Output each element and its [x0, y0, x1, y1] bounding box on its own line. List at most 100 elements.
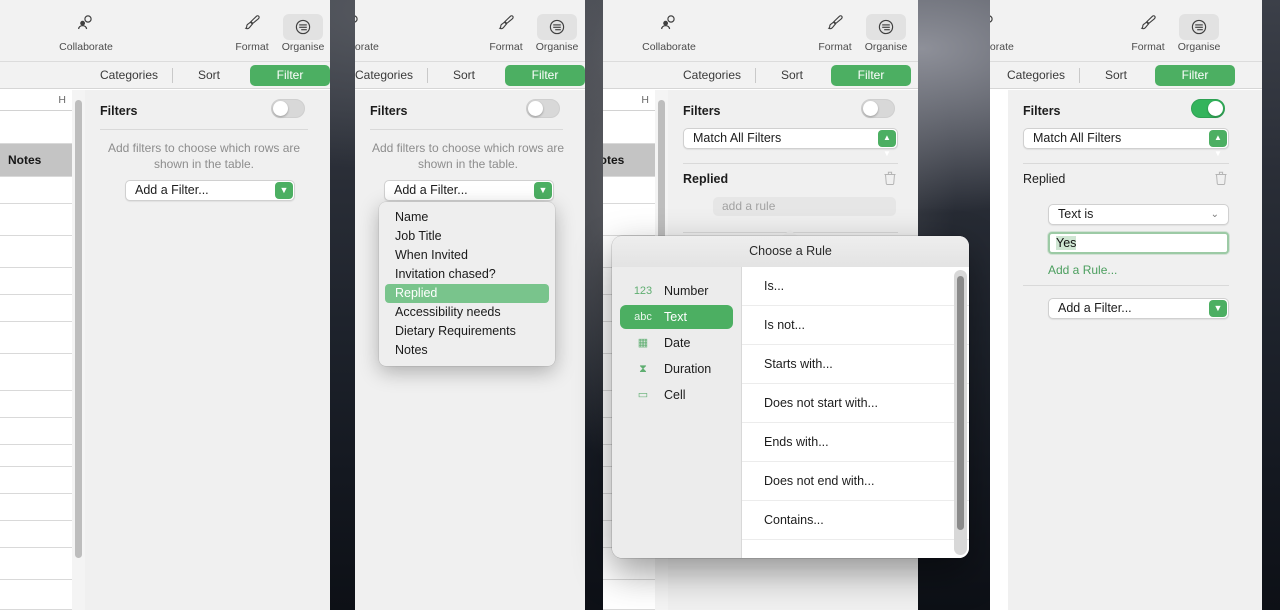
- table-row[interactable]: [0, 494, 72, 521]
- table-row[interactable]: [0, 111, 72, 144]
- rule-option-starts-with[interactable]: Starts with...: [742, 345, 969, 384]
- table-row[interactable]: [0, 354, 72, 391]
- toolbar-collaborate[interactable]: Collaborate: [637, 14, 701, 53]
- toolbar-collaborate-label: Collaborate: [990, 41, 1014, 53]
- segment-divider: [427, 68, 428, 83]
- tab-categories[interactable]: Categories: [355, 65, 418, 86]
- inspector-divider: [683, 163, 898, 164]
- tab-sort[interactable]: Sort: [438, 65, 490, 86]
- tab-filter[interactable]: Filter: [505, 65, 585, 86]
- table-row[interactable]: [0, 295, 72, 322]
- chevron-down-icon: ⌄: [1210, 209, 1219, 220]
- rule-option-does-not-start-with[interactable]: Does not start with...: [742, 384, 969, 423]
- tab-categories[interactable]: Categories: [1002, 65, 1070, 86]
- filters-toggle[interactable]: [271, 99, 305, 118]
- dialog-title: Choose a Rule: [612, 236, 969, 267]
- trash-icon[interactable]: [1215, 171, 1227, 188]
- match-all-filters-popup[interactable]: Match All Filters ▲ ▼: [1023, 128, 1229, 158]
- menu-item-when-invited[interactable]: When Invited: [385, 246, 549, 265]
- table-row[interactable]: [0, 204, 72, 236]
- add-filter-button[interactable]: Add a Filter... ▼: [125, 180, 295, 201]
- rule-type-text[interactable]: abc Text: [620, 305, 733, 329]
- tab-categories[interactable]: Categories: [678, 65, 746, 86]
- organise-icon: [1179, 14, 1219, 40]
- toolbar-collaborate[interactable]: Collaborate: [54, 14, 118, 53]
- segment-divider: [1079, 68, 1080, 83]
- toolbar-collaborate[interactable]: Collaborate: [355, 14, 384, 53]
- table-row[interactable]: [0, 177, 72, 204]
- rule-option-contains[interactable]: Contains...: [742, 501, 969, 540]
- column-header-h[interactable]: H: [603, 90, 655, 111]
- column-header-h[interactable]: H: [0, 90, 72, 111]
- table-row[interactable]: [603, 204, 655, 236]
- toolbar-collaborate[interactable]: Collaborate: [990, 14, 1019, 53]
- rule-list-scrollbar-thumb[interactable]: [957, 276, 964, 530]
- table-row[interactable]: [0, 445, 72, 467]
- tab-sort[interactable]: Sort: [183, 65, 235, 86]
- menu-item-notes[interactable]: Notes: [385, 341, 549, 360]
- toggle-knob: [1208, 101, 1223, 116]
- tab-sort[interactable]: Sort: [1090, 65, 1142, 86]
- collaborate-icon: [355, 14, 384, 36]
- add-filter-button[interactable]: Add a Filter... ▼: [384, 180, 554, 201]
- tab-categories[interactable]: Categories: [95, 65, 163, 86]
- menu-item-name[interactable]: Name: [385, 208, 549, 227]
- table-row[interactable]: [0, 521, 72, 548]
- menu-item-job-title[interactable]: Job Title: [385, 227, 549, 246]
- cell-notes: Notes: [603, 153, 625, 167]
- table-row[interactable]: [603, 111, 655, 144]
- rule-list[interactable]: Is... Is not... Starts with... Does not …: [742, 267, 969, 558]
- add-filter-button[interactable]: Add a Filter... ▼: [1048, 298, 1229, 319]
- rule-type-duration-label: Duration: [664, 362, 712, 376]
- filters-toggle[interactable]: [526, 99, 560, 118]
- tab-filter[interactable]: Filter: [1155, 65, 1235, 86]
- tab-filter[interactable]: Filter: [250, 65, 330, 86]
- tab-filter[interactable]: Filter: [831, 65, 911, 86]
- tab-sort[interactable]: Sort: [766, 65, 818, 86]
- rule-option-is-not[interactable]: Is not...: [742, 306, 969, 345]
- table-row[interactable]: [0, 418, 72, 445]
- filters-toggle[interactable]: [1191, 99, 1225, 118]
- toolbar-organise[interactable]: Organise: [1167, 14, 1231, 53]
- table-row[interactable]: [603, 177, 655, 204]
- rule-type-date[interactable]: ▦ Date: [620, 331, 733, 355]
- rule-option-does-not-end-with[interactable]: Does not end with...: [742, 462, 969, 501]
- trash-icon[interactable]: [884, 171, 896, 188]
- table-row[interactable]: [0, 322, 72, 354]
- number-icon: 123: [633, 285, 653, 297]
- toolbar-organise[interactable]: Organise: [271, 14, 330, 53]
- table-row[interactable]: Notes: [603, 144, 655, 177]
- rule-type-number[interactable]: 123 Number: [620, 279, 733, 303]
- toolbar-collaborate-label: Collaborate: [642, 41, 696, 53]
- rule-value-input[interactable]: Yes: [1048, 232, 1229, 254]
- match-all-filters-popup[interactable]: Match All Filters ▲ ▼: [683, 128, 898, 158]
- menu-item-invitation-chased[interactable]: Invitation chased?: [385, 265, 549, 284]
- menu-item-replied[interactable]: Replied: [385, 284, 549, 303]
- table-row[interactable]: [603, 580, 655, 610]
- chevron-down-icon: ▼: [275, 182, 293, 199]
- rule-type-cell[interactable]: ▭ Cell: [620, 383, 733, 407]
- menu-item-accessibility-needs[interactable]: Accessibility needs: [385, 303, 549, 322]
- organise-segmented-control: Categories Sort Filter: [603, 62, 918, 89]
- table-row[interactable]: [0, 268, 72, 295]
- menu-item-dietary-requirements[interactable]: Dietary Requirements: [385, 322, 549, 341]
- toolbar-organise[interactable]: Organise: [525, 14, 585, 53]
- filter-column-menu[interactable]: Name Job Title When Invited Invitation c…: [379, 202, 555, 366]
- table-row[interactable]: [0, 391, 72, 418]
- table-row[interactable]: [0, 236, 72, 268]
- filters-toggle[interactable]: [861, 99, 895, 118]
- add-a-rule-link[interactable]: Add a Rule...: [1048, 263, 1117, 277]
- add-a-rule-field[interactable]: add a rule: [713, 197, 896, 216]
- add-filter-label: Add a Filter...: [135, 183, 209, 197]
- segment-divider: [755, 68, 756, 83]
- table-row[interactable]: [0, 467, 72, 494]
- table-row[interactable]: Notes: [0, 144, 72, 177]
- table-row[interactable]: [0, 548, 72, 580]
- rule-condition-popup[interactable]: Text is ⌄: [1048, 204, 1229, 225]
- rule-option-ends-with[interactable]: Ends with...: [742, 423, 969, 462]
- toolbar-organise[interactable]: Organise: [854, 14, 918, 53]
- rule-option-is[interactable]: Is...: [742, 267, 969, 306]
- sheet-scrollbar-thumb[interactable]: [75, 100, 82, 558]
- table-row[interactable]: [0, 580, 72, 610]
- rule-type-duration[interactable]: ⧗ Duration: [620, 357, 733, 381]
